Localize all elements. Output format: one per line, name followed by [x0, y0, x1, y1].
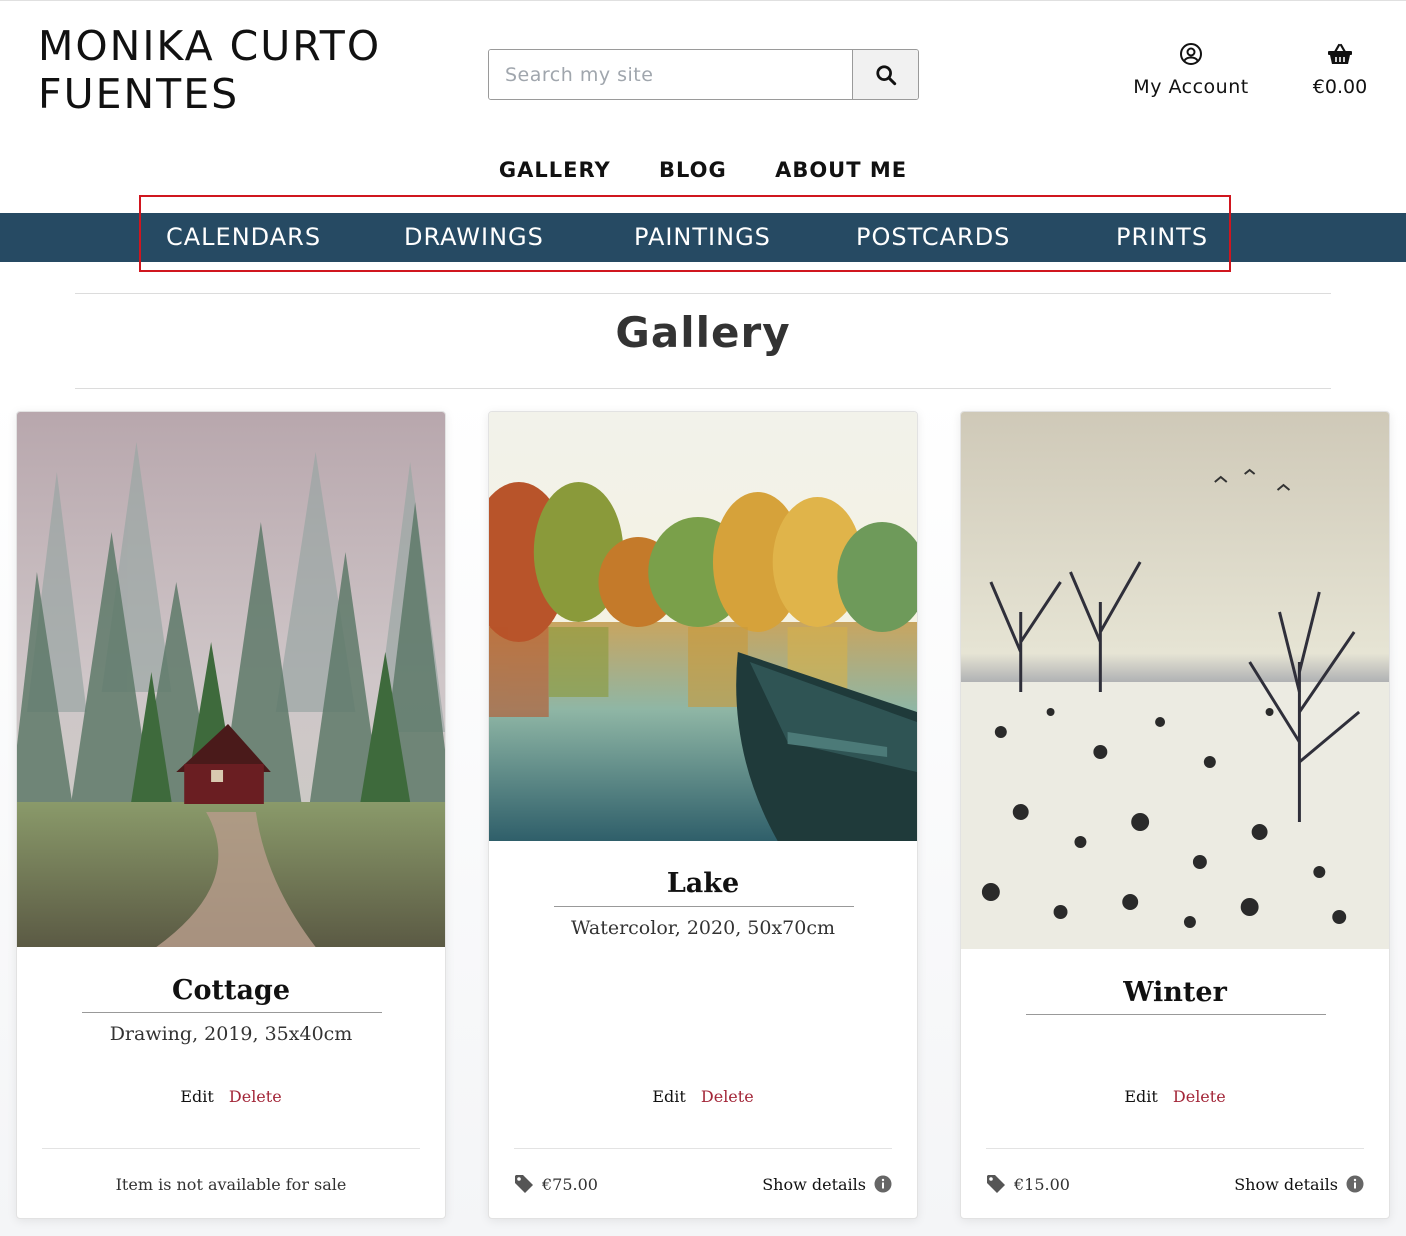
price: €75.00 — [514, 1174, 598, 1194]
category-calendars[interactable]: CALENDARS — [166, 213, 321, 262]
page-title: Gallery — [615, 308, 791, 357]
card-title-underline — [1026, 1014, 1326, 1015]
delete-link[interactable]: Delete — [229, 1087, 282, 1106]
show-details-label: Show details — [762, 1174, 866, 1194]
card-admin-actions: Edit Delete — [961, 1087, 1389, 1106]
my-account-label: My Account — [1133, 76, 1249, 98]
nav-about-me[interactable]: ABOUT ME — [775, 158, 907, 182]
delete-link[interactable]: Delete — [1173, 1087, 1226, 1106]
artwork-image-lake[interactable] — [489, 412, 917, 841]
card-footer-divider — [514, 1148, 892, 1149]
basket-link[interactable]: €0.00 — [1300, 42, 1380, 98]
price: €15.00 — [986, 1174, 1070, 1194]
delete-link[interactable]: Delete — [701, 1087, 754, 1106]
edit-link[interactable]: Edit — [1124, 1087, 1157, 1106]
search-input[interactable] — [489, 50, 852, 99]
gallery-card: Winter Edit Delete €15.00 Show details — [960, 411, 1390, 1219]
edit-link[interactable]: Edit — [180, 1087, 213, 1106]
card-description: Watercolor, 2020, 50x70cm — [571, 917, 835, 939]
card-description: Drawing, 2019, 35x40cm — [109, 1023, 353, 1045]
card-title: Lake — [666, 868, 740, 899]
show-details-label: Show details — [1234, 1174, 1338, 1194]
search-icon — [875, 64, 896, 85]
title-divider-bottom — [75, 388, 1331, 389]
card-title: Cottage — [172, 975, 290, 1006]
price-tag-icon — [515, 1175, 533, 1193]
user-circle-icon — [1126, 42, 1256, 68]
card-footer: €15.00 Show details — [986, 1171, 1364, 1197]
gallery-card: Lake Watercolor, 2020, 50x70cm Edit Dele… — [488, 411, 918, 1219]
top-border — [0, 0, 1406, 1]
card-admin-actions: Edit Delete — [489, 1087, 917, 1106]
main-nav: GALLERY BLOG ABOUT ME — [0, 158, 1406, 182]
card-title-underline — [554, 906, 854, 907]
gallery-card: Cottage Drawing, 2019, 35x40cm Edit Dele… — [16, 411, 446, 1219]
shopping-basket-icon — [1300, 42, 1380, 68]
artwork-image-winter[interactable] — [961, 412, 1389, 949]
card-footer-divider — [42, 1148, 420, 1149]
category-postcards[interactable]: POSTCARDS — [856, 213, 1010, 262]
edit-link[interactable]: Edit — [652, 1087, 685, 1106]
card-title-underline — [82, 1012, 382, 1013]
show-details-link[interactable]: Show details — [1234, 1175, 1364, 1194]
card-footer: €75.00 Show details — [514, 1171, 892, 1197]
category-drawings[interactable]: DRAWINGS — [404, 213, 544, 262]
search-button[interactable] — [852, 50, 918, 99]
brand-line-2: FUENTES — [38, 70, 240, 118]
price-value: €75.00 — [542, 1174, 598, 1194]
card-admin-actions: Edit Delete — [17, 1087, 445, 1106]
category-prints[interactable]: PRINTS — [1116, 213, 1208, 262]
title-divider-top — [75, 293, 1331, 294]
my-account-link[interactable]: My Account — [1126, 42, 1256, 98]
search-form — [488, 49, 919, 100]
info-icon — [1346, 1175, 1364, 1193]
availability-text: Item is not available for sale — [115, 1174, 347, 1194]
artwork-image-cottage[interactable] — [17, 412, 445, 947]
basket-total: €0.00 — [1312, 76, 1368, 98]
price-tag-icon — [987, 1175, 1005, 1193]
brand-line-1: MONIKA CURTO — [38, 22, 382, 70]
card-footer-divider — [986, 1148, 1364, 1149]
card-title: Winter — [1123, 977, 1227, 1008]
info-icon — [874, 1175, 892, 1193]
nav-gallery[interactable]: GALLERY — [499, 158, 611, 182]
show-details-link[interactable]: Show details — [762, 1175, 892, 1194]
site-logo[interactable]: MONIKA CURTO FUENTES — [38, 22, 381, 118]
category-paintings[interactable]: PAINTINGS — [634, 213, 771, 262]
price-value: €15.00 — [1014, 1174, 1070, 1194]
category-nav: CALENDARS DRAWINGS PAINTINGS POSTCARDS P… — [0, 213, 1406, 262]
card-footer: Item is not available for sale — [42, 1171, 420, 1197]
nav-blog[interactable]: BLOG — [659, 158, 727, 182]
